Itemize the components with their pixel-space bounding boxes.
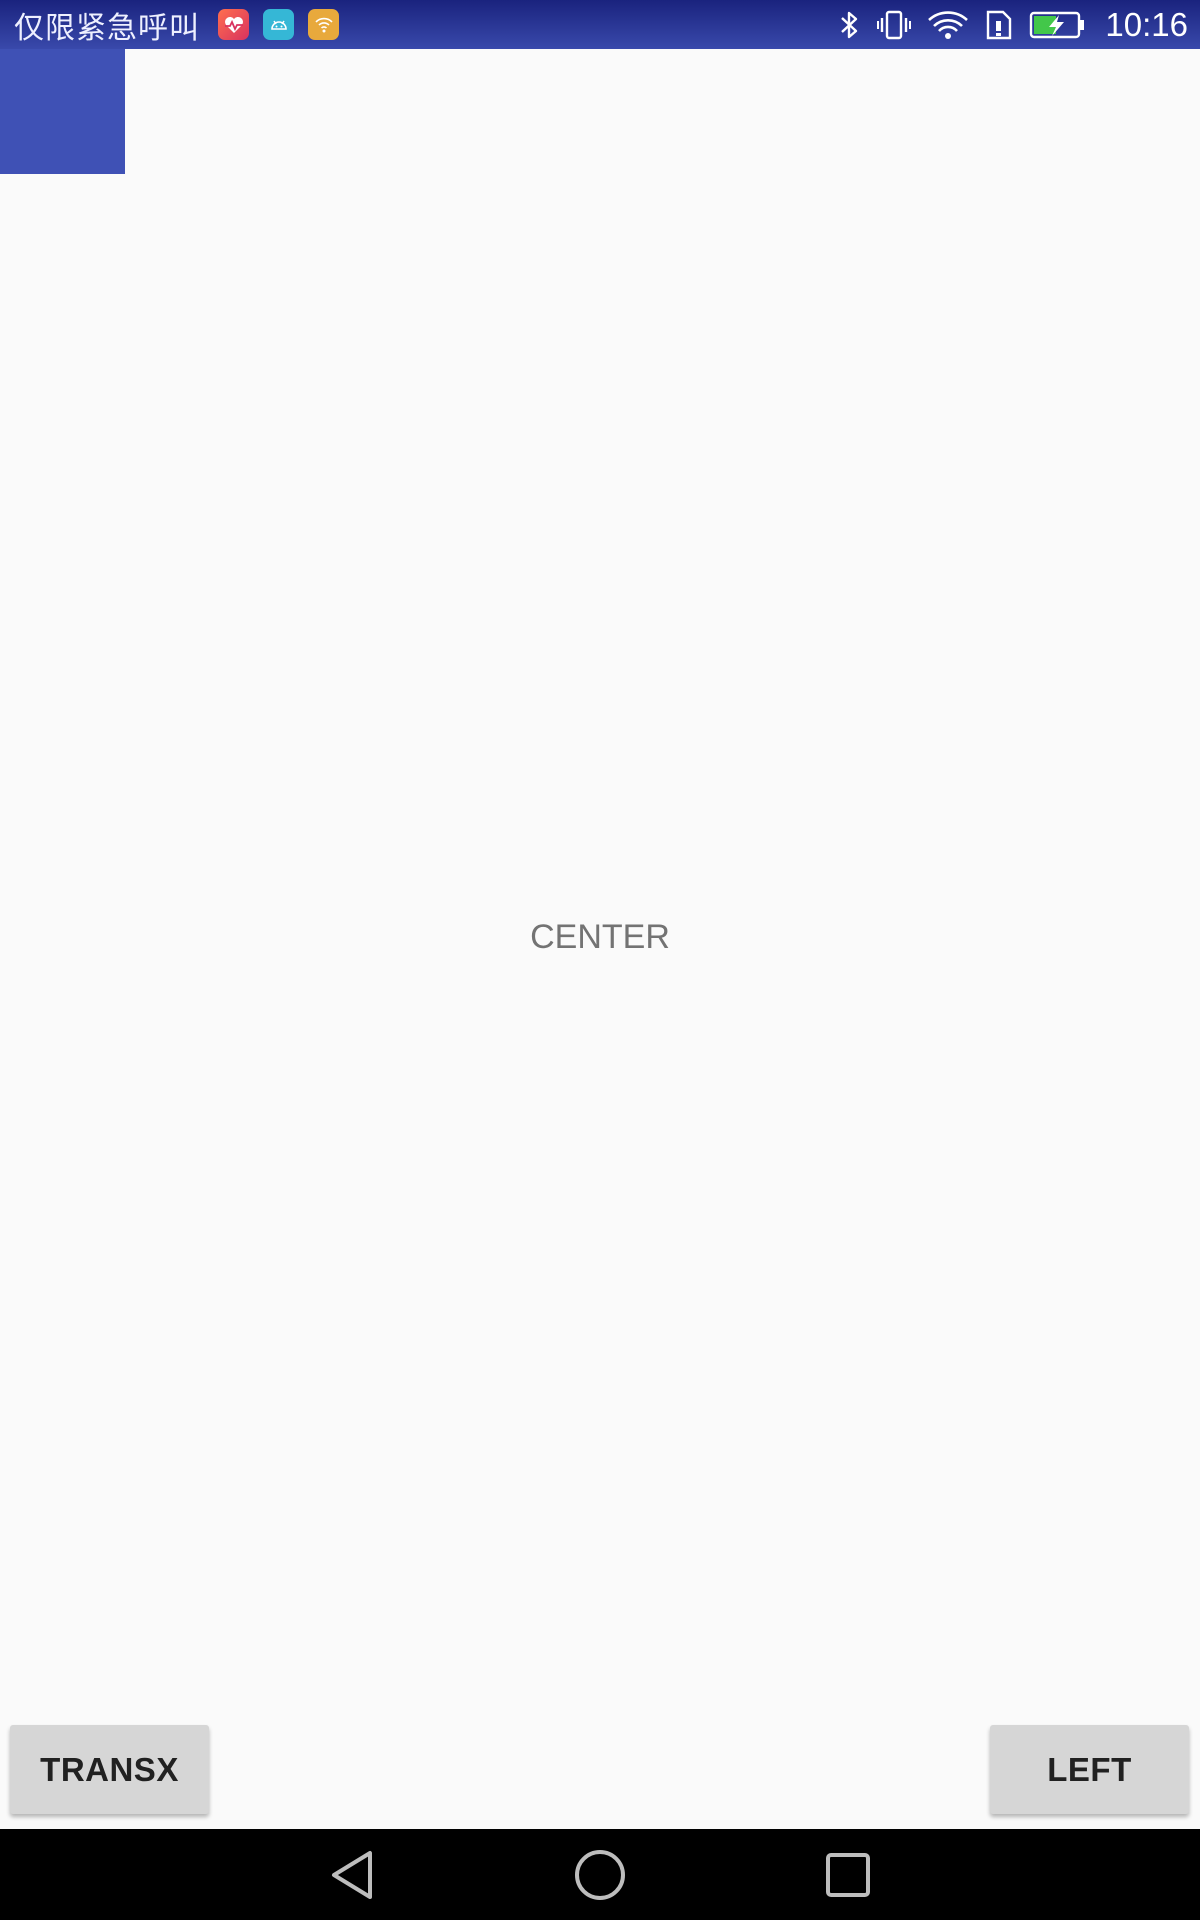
transx-button[interactable]: TRANSX: [10, 1725, 209, 1814]
status-bar-left: 仅限紧急呼叫: [14, 3, 339, 47]
android-icon: [263, 9, 294, 40]
center-label: CENTER: [530, 918, 670, 956]
wifi-icon: [927, 9, 969, 41]
health-app-icon: [218, 9, 249, 40]
left-button[interactable]: LEFT: [990, 1725, 1189, 1814]
bluetooth-icon: [839, 9, 861, 41]
navigation-bar: [0, 1829, 1200, 1920]
recents-icon[interactable]: [798, 1829, 898, 1920]
sim-icon: [985, 9, 1013, 41]
blue-square-view: [0, 49, 125, 174]
status-time: 10:16: [1105, 5, 1188, 43]
wifi-hotspot-icon: [308, 9, 339, 40]
home-icon[interactable]: [550, 1829, 650, 1920]
carrier-status-text: 仅限紧急呼叫: [14, 10, 200, 46]
vibrate-icon: [877, 9, 912, 41]
battery-charging-icon: [1029, 10, 1085, 40]
status-bar: 仅限紧急呼叫 10:16: [0, 0, 1200, 49]
app-screen: 仅限紧急呼叫 10:16 CENTER TRANSX LEFT: [0, 0, 1200, 1920]
status-bar-right: 10:16: [839, 6, 1188, 44]
back-icon[interactable]: [303, 1829, 403, 1920]
